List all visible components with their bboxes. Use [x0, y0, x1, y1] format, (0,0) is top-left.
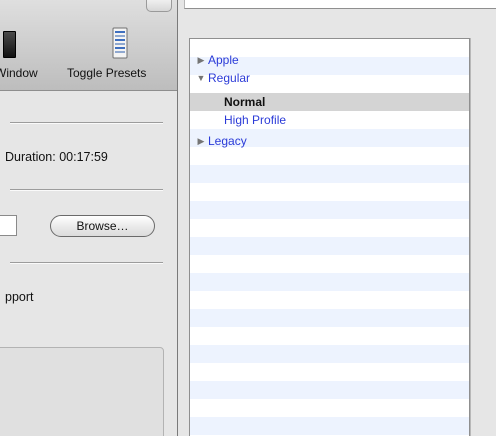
- disclosure-triangle-icon[interactable]: ▶: [196, 132, 206, 150]
- toolbar-window-button[interactable]: Window: [0, 66, 43, 80]
- preset-label: Normal: [224, 95, 266, 109]
- duration-label: Duration: 00:17:59: [5, 150, 108, 164]
- disclosure-triangle-icon[interactable]: ▼: [196, 69, 206, 87]
- drawer-top-strip: [184, 0, 496, 9]
- section-divider: [10, 262, 163, 264]
- section-divider: [10, 122, 163, 124]
- preset-item-normal[interactable]: Normal: [190, 93, 469, 111]
- presets-drawer: ▶ Apple ▼ Regular Normal High Profile ▶ …: [189, 38, 470, 436]
- preset-label: Regular: [208, 71, 251, 85]
- preset-label: Legacy: [208, 134, 247, 148]
- support-option-label: pport: [5, 290, 34, 304]
- preset-label: Apple: [208, 53, 239, 67]
- toolbar: Window Toggle Presets: [0, 0, 177, 91]
- preset-group-apple[interactable]: ▶ Apple: [190, 51, 469, 69]
- preset-group-regular[interactable]: ▼ Regular: [190, 69, 469, 87]
- preset-label: High Profile: [224, 113, 287, 127]
- main-panel: Window Toggle Presets Duration: 00:17:59…: [0, 0, 177, 436]
- destination-path-field[interactable]: [0, 215, 17, 236]
- section-divider: [10, 189, 163, 191]
- drawer-right-edge: [470, 38, 471, 436]
- presets-list-icon[interactable]: [102, 26, 138, 60]
- toggle-presets-button[interactable]: Toggle Presets: [67, 66, 146, 80]
- settings-box: [0, 347, 164, 436]
- browse-button[interactable]: Browse…: [50, 215, 155, 237]
- window-icon[interactable]: [3, 31, 16, 58]
- toolbar-toggle-button[interactable]: [146, 0, 172, 12]
- disclosure-triangle-icon[interactable]: ▶: [196, 51, 206, 69]
- preset-item-high-profile[interactable]: High Profile: [190, 111, 469, 129]
- preset-group-legacy[interactable]: ▶ Legacy: [190, 132, 469, 150]
